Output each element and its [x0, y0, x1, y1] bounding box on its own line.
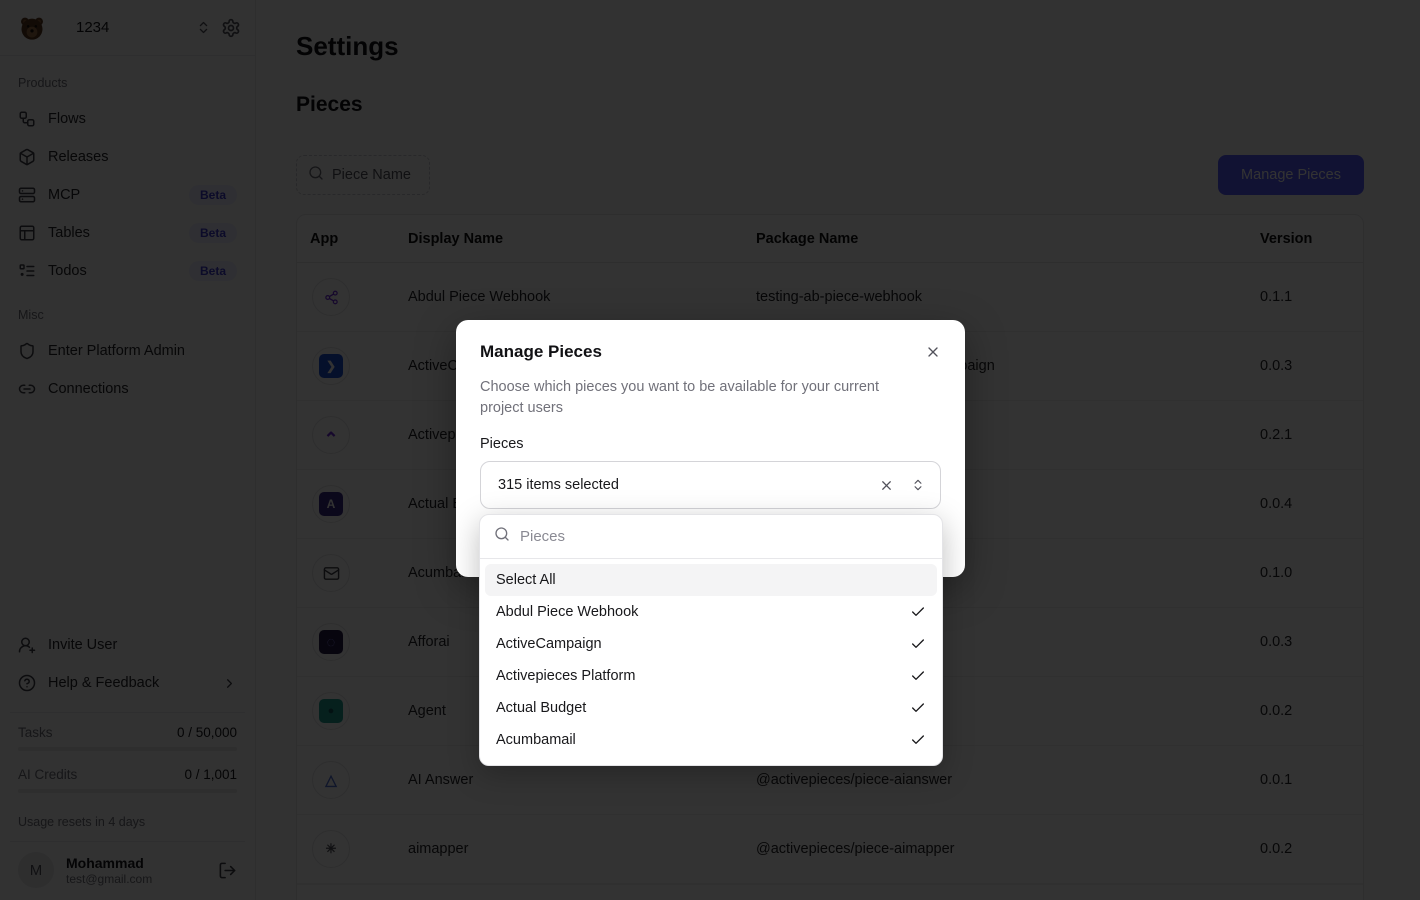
dropdown-option[interactable]: Acumbamail	[485, 724, 937, 756]
check-icon	[910, 700, 926, 716]
dropdown-option[interactable]: ActiveCampaign	[485, 628, 937, 660]
dropdown-search-input[interactable]: Pieces	[480, 515, 942, 559]
dropdown-search-placeholder: Pieces	[520, 528, 565, 545]
clear-selection-icon[interactable]	[879, 478, 894, 493]
check-icon	[910, 636, 926, 652]
dropdown-option[interactable]: Actual Budget	[485, 692, 937, 724]
check-icon	[910, 732, 926, 748]
select-all-option[interactable]: Select All	[485, 564, 937, 596]
pieces-multiselect-trigger[interactable]: 315 items selected	[480, 461, 941, 509]
option-label: ActiveCampaign	[496, 636, 602, 652]
check-icon	[910, 604, 926, 620]
option-label: Activepieces Platform	[496, 668, 635, 684]
search-icon	[494, 526, 510, 547]
check-icon	[910, 668, 926, 684]
chevrons-up-down-icon	[911, 478, 925, 492]
dropdown-option[interactable]: Activepieces Platform	[485, 660, 937, 692]
option-label: Abdul Piece Webhook	[496, 604, 638, 620]
option-label: Acumbamail	[496, 732, 576, 748]
option-label: Select All	[496, 572, 556, 588]
selected-count-value: 315 items selected	[498, 477, 619, 493]
option-label: Actual Budget	[496, 700, 586, 716]
dropdown-option[interactable]: Abdul Piece Webhook	[485, 596, 937, 628]
pieces-dropdown: Pieces Select All Abdul Piece Webhook Ac…	[479, 514, 943, 766]
pieces-field-label: Pieces	[480, 436, 941, 452]
close-icon[interactable]	[925, 344, 941, 360]
dialog-title: Manage Pieces	[480, 342, 602, 362]
dialog-description: Choose which pieces you want to be avail…	[480, 377, 926, 419]
